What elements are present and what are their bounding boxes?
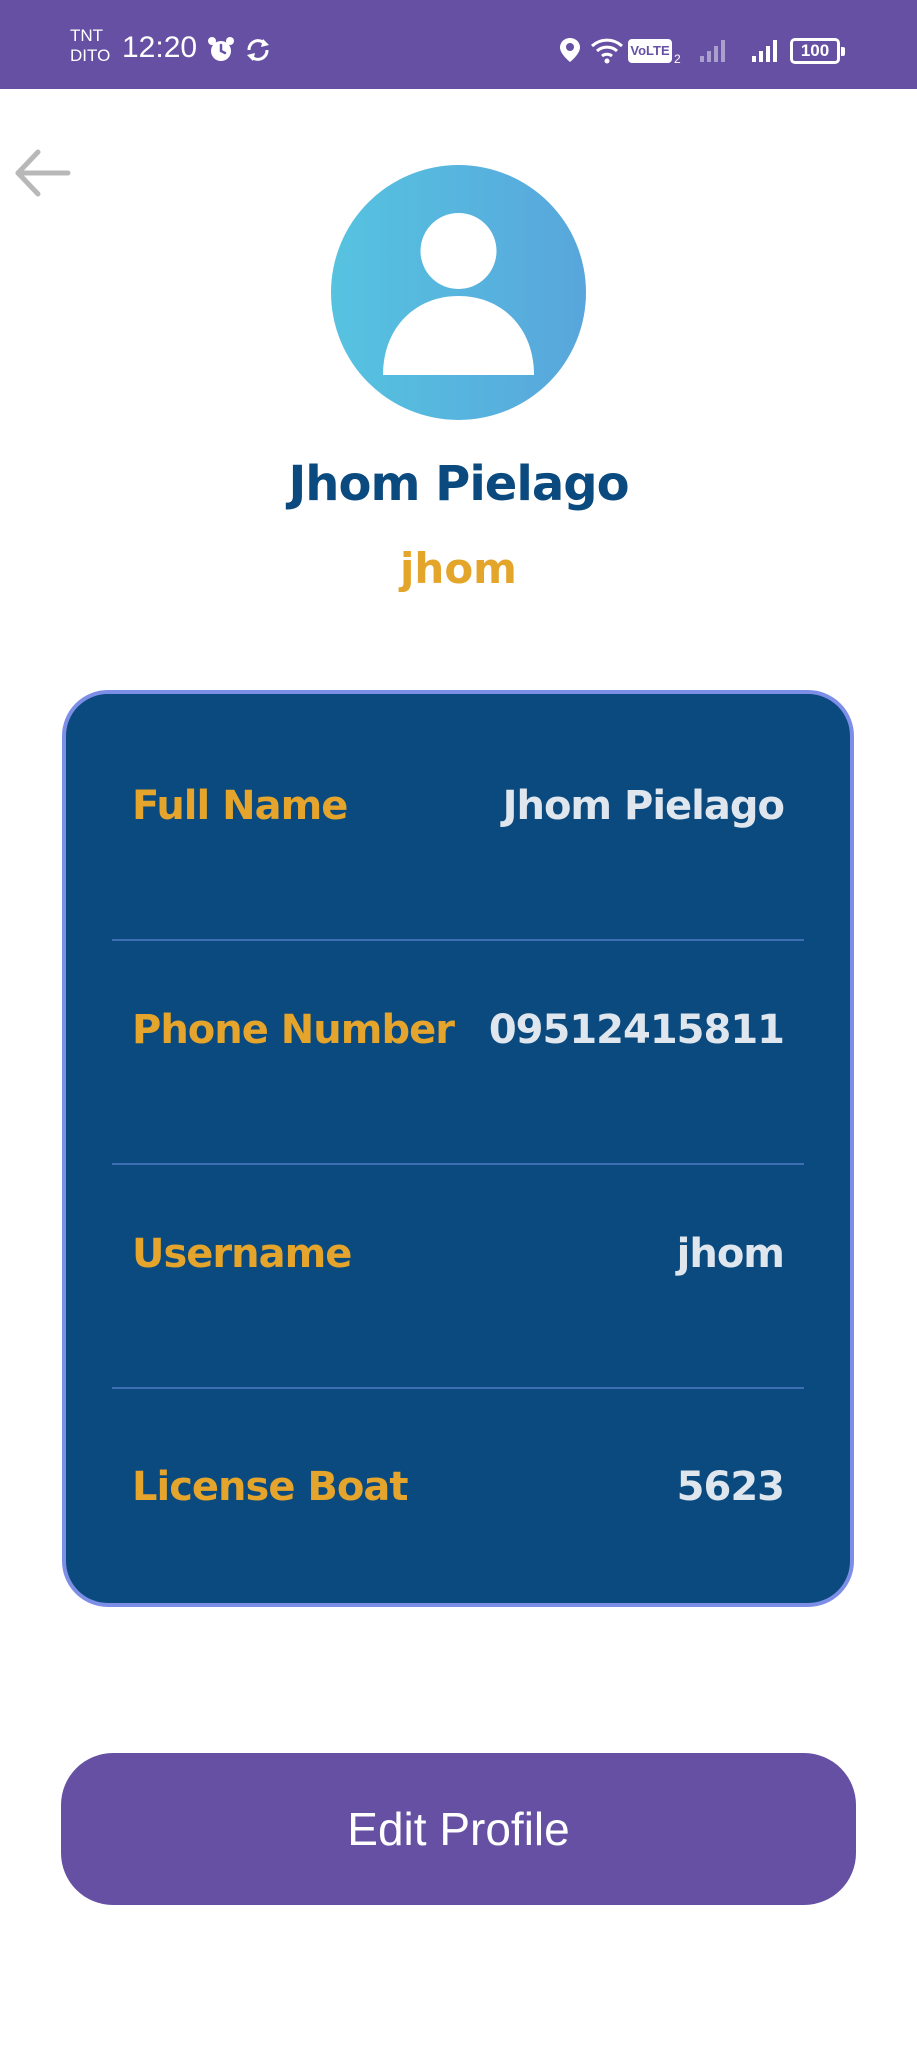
alarm-icon <box>208 37 234 61</box>
profile-name: Jhom Pielago <box>288 456 629 512</box>
signal-icon-sim2 <box>752 40 777 62</box>
volte-badge: VoLTE <box>628 39 672 63</box>
carrier-top: TNT <box>70 26 104 45</box>
profile-info-card: Full Name Jhom Pielago Phone Number 0951… <box>62 690 854 1607</box>
info-label: Username <box>132 1231 352 1277</box>
info-value: Jhom Pielago <box>502 783 785 829</box>
status-time: 12:20 <box>122 31 198 64</box>
info-value: 5623 <box>676 1463 785 1510</box>
info-row-username: Username jhom <box>112 1142 804 1366</box>
carrier-bottom: DITO <box>70 46 111 65</box>
info-value: jhom <box>676 1231 785 1277</box>
carrier-label: TNT DITO <box>70 26 120 66</box>
status-bar: TNT DITO 12:20 VoLTE 2 100 <box>0 0 917 89</box>
info-label: License Boat <box>132 1463 408 1510</box>
edit-profile-button[interactable]: Edit Profile <box>61 1753 856 1905</box>
location-icon <box>560 38 580 62</box>
battery-icon: 100 <box>790 38 845 64</box>
user-silhouette-icon <box>383 213 534 375</box>
volte-sim-number: 2 <box>674 52 681 66</box>
signal-icon-sim1 <box>700 40 725 62</box>
info-row-phone-number: Phone Number 09512415811 <box>112 918 804 1142</box>
wifi-icon <box>590 38 624 64</box>
info-label: Phone Number <box>132 1007 455 1053</box>
info-label: Full Name <box>132 783 348 829</box>
avatar <box>331 165 586 420</box>
info-value: 09512415811 <box>488 1007 785 1053</box>
arrow-left-icon <box>15 149 71 197</box>
info-row-license-boat: License Boat 5623 <box>112 1366 804 1607</box>
back-button[interactable] <box>8 140 78 210</box>
info-row-full-name: Full Name Jhom Pielago <box>112 694 804 918</box>
sync-icon <box>247 39 269 61</box>
profile-username: jhom <box>400 544 517 593</box>
